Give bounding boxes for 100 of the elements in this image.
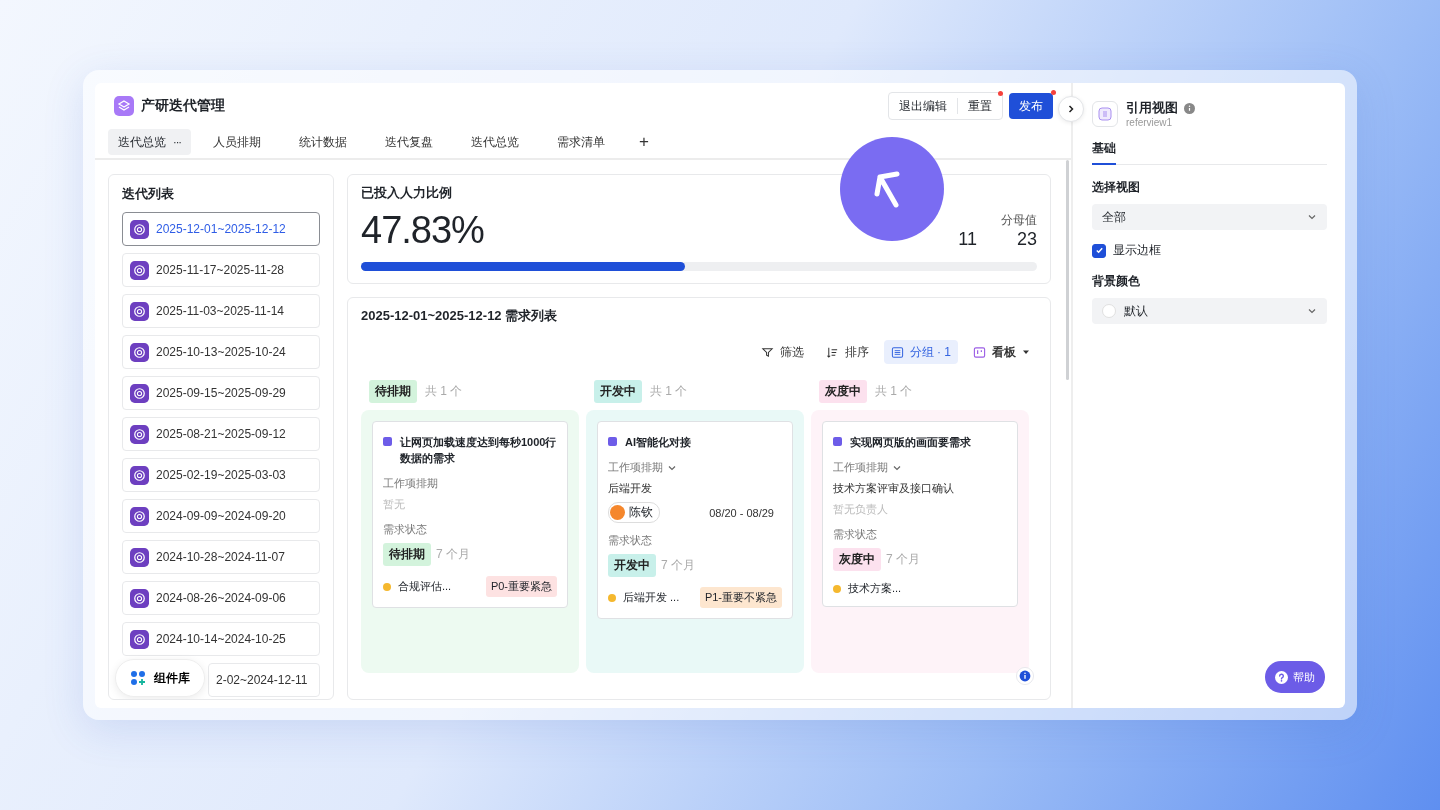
age-label: 7 个月 bbox=[436, 546, 470, 563]
panel-title: 引用视图 bbox=[1126, 99, 1178, 117]
group-icon bbox=[890, 345, 904, 359]
info-icon[interactable] bbox=[1016, 667, 1034, 685]
iteration-icon bbox=[130, 588, 149, 608]
status-dot bbox=[833, 584, 841, 593]
field-label: 工作项排期 bbox=[383, 476, 438, 491]
status-dot bbox=[383, 582, 391, 591]
age-label: 7 个月 bbox=[886, 551, 920, 568]
iteration-item[interactable]: 2024-10-14~2024-10-25 bbox=[122, 622, 320, 656]
iteration-label: 2025-09-15~2025-09-29 bbox=[156, 386, 286, 400]
count-label: 共 1 个 bbox=[650, 383, 688, 400]
iteration-label: 2024-08-26~2024-09-06 bbox=[156, 591, 286, 605]
iteration-label: 2025-10-13~2025-10-24 bbox=[156, 345, 286, 359]
toolbar-button[interactable]: 看板 bbox=[966, 340, 1037, 364]
chevron-right-icon bbox=[1066, 104, 1076, 114]
iteration-label: 2025-11-03~2025-11-14 bbox=[156, 304, 284, 318]
requirement-card[interactable]: AI智能化对接 工作项排期 后端开发 陈钦 08/20 - 08/29 需求状态 开发中 7 个月 后端开发 ... P1-重要不紧急 bbox=[597, 421, 793, 619]
toolbar-button[interactable]: 分组 · 1 bbox=[883, 340, 958, 364]
field-label: 需求状态 bbox=[833, 527, 878, 542]
iteration-label: 2025-12-01~2025-12-12 bbox=[156, 222, 286, 236]
iteration-item[interactable]: 2024-10-28~2024-11-07 bbox=[122, 540, 320, 574]
numerator-value: 11 bbox=[958, 229, 977, 250]
task-name: 技术方案评审及接口确认 bbox=[833, 481, 955, 496]
status-tag: 待排期 bbox=[383, 543, 431, 566]
checkmark-icon bbox=[1094, 246, 1104, 255]
field-label: 选择视图 bbox=[1092, 179, 1141, 196]
iteration-item[interactable]: 2025-02-19~2025-03-03 bbox=[122, 458, 320, 492]
tab[interactable]: 统计数据 bbox=[289, 129, 357, 155]
type-icon bbox=[383, 437, 392, 446]
metric-title: 已投入人力比例 bbox=[361, 184, 453, 202]
status-tag: 灰度中 bbox=[833, 548, 881, 571]
view-icon bbox=[1092, 100, 1118, 127]
iteration-item[interactable]: 2-02~2024-12-11 bbox=[208, 663, 320, 697]
card-title: 2025-12-01~2025-12-12 需求列表 bbox=[361, 307, 559, 325]
add-tab-button[interactable]: + bbox=[633, 132, 655, 152]
iteration-item[interactable]: 2025-08-21~2025-09-12 bbox=[122, 417, 320, 451]
tab[interactable]: 人员排期 bbox=[203, 129, 271, 155]
task-name: 后端开发 bbox=[608, 481, 653, 496]
assignee-chip[interactable]: 陈钦 bbox=[608, 502, 660, 523]
iteration-item[interactable]: 2025-11-03~2025-11-14 bbox=[122, 294, 320, 328]
header-button[interactable]: 退出编辑 bbox=[889, 98, 957, 114]
view-select[interactable]: 全部 bbox=[1092, 204, 1327, 230]
requirement-card[interactable]: 实现网页版的画面要需求 工作项排期 技术方案评审及接口确认 暂无负责人 需求状态 灰度中 7 个月 技术方案... bbox=[822, 421, 1018, 607]
priority-tag: P0-重要紧急 bbox=[485, 576, 557, 597]
help-button[interactable]: 帮助 bbox=[1265, 661, 1325, 693]
iteration-icon bbox=[130, 424, 149, 444]
panel-tab[interactable]: 基础 bbox=[1092, 140, 1116, 165]
iteration-item[interactable]: 2024-09-09~2024-09-20 bbox=[122, 499, 320, 533]
header-button[interactable]: 重置 bbox=[957, 98, 1002, 114]
color-select[interactable]: 默认 bbox=[1092, 298, 1327, 324]
denominator-label: 分母值 bbox=[1001, 212, 1037, 229]
metric-value: 47.83% bbox=[361, 209, 484, 252]
owner-label: 合规评估... bbox=[398, 579, 452, 594]
iteration-icon bbox=[130, 383, 149, 403]
type-icon bbox=[608, 437, 617, 446]
requirement-title: 让网页加载速度达到每秒1000行数据的需求 bbox=[400, 435, 557, 466]
iteration-item[interactable]: 2024-08-26~2024-09-06 bbox=[122, 581, 320, 615]
field-label: 工作项排期 bbox=[833, 460, 888, 475]
caret-icon bbox=[1022, 348, 1030, 356]
checkbox[interactable] bbox=[1092, 243, 1106, 258]
iteration-label: 2024-10-28~2024-11-07 bbox=[156, 550, 285, 564]
iteration-item[interactable]: 2025-11-17~2025-11-28 bbox=[122, 253, 320, 287]
owner-label: 后端开发 ... bbox=[623, 590, 680, 605]
avatar-icon bbox=[610, 505, 625, 520]
iteration-item[interactable]: 2025-10-13~2025-10-24 bbox=[122, 335, 320, 369]
publish-button[interactable]: 发布 bbox=[1009, 93, 1053, 119]
tab[interactable]: 迭代总览 bbox=[461, 129, 529, 155]
status-tag: 待排期 bbox=[369, 380, 417, 403]
status-tag: 开发中 bbox=[594, 380, 642, 403]
tab[interactable]: 需求清单 bbox=[547, 129, 615, 155]
color-swatch-icon bbox=[1102, 304, 1116, 318]
field-label: 需求状态 bbox=[383, 522, 428, 537]
iteration-label: 2024-09-09~2024-09-20 bbox=[156, 509, 286, 523]
tab[interactable]: 迭代总览 ··· bbox=[108, 129, 191, 155]
more-icon[interactable]: ··· bbox=[173, 136, 181, 148]
iteration-label: 2024-10-14~2024-10-25 bbox=[156, 632, 286, 646]
info-icon[interactable] bbox=[1184, 102, 1195, 114]
requirement-title: AI智能化对接 bbox=[625, 435, 691, 450]
type-icon bbox=[833, 437, 842, 446]
iteration-icon bbox=[130, 547, 149, 567]
status-tag: 灰度中 bbox=[819, 380, 867, 403]
field-label: 需求状态 bbox=[608, 533, 653, 548]
chevron-down-icon bbox=[1307, 212, 1317, 222]
iteration-label: 2-02~2024-12-11 bbox=[216, 673, 308, 687]
filter-icon bbox=[760, 345, 774, 359]
iteration-label: 2025-11-17~2025-11-28 bbox=[156, 263, 284, 277]
components-icon bbox=[130, 670, 146, 686]
priority-tag: P1-重要不紧急 bbox=[699, 587, 782, 608]
toolbar-button[interactable]: 筛选 bbox=[753, 340, 811, 364]
tab[interactable]: 迭代复盘 bbox=[375, 129, 443, 155]
iteration-item[interactable]: 2025-12-01~2025-12-12 bbox=[122, 212, 320, 246]
denominator-value: 23 bbox=[1016, 229, 1037, 250]
status-dot bbox=[608, 593, 616, 602]
iteration-item[interactable]: 2025-09-15~2025-09-29 bbox=[122, 376, 320, 410]
scrollbar[interactable] bbox=[1066, 160, 1069, 380]
date-range: 08/20 - 08/29 bbox=[709, 506, 774, 519]
component-library-button[interactable]: 组件库 bbox=[115, 659, 205, 697]
toolbar-button[interactable]: 排序 bbox=[818, 340, 876, 364]
requirement-card[interactable]: 让网页加载速度达到每秒1000行数据的需求 工作项排期 暂无 需求状态 待排期 7 个月 合规评估... P0-重要紧急 bbox=[372, 421, 568, 608]
